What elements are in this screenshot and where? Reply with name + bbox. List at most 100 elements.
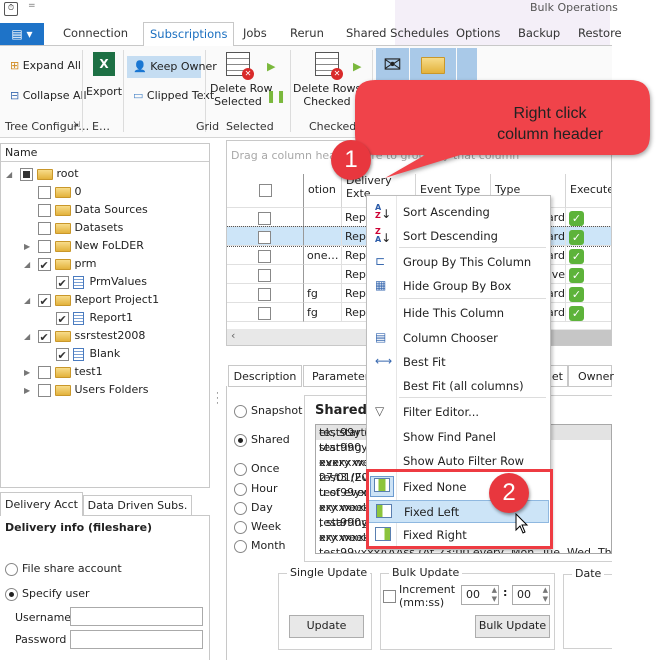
- collapse-all-button[interactable]: ⊟ Collapse All: [10, 89, 87, 102]
- username-input[interactable]: [70, 607, 203, 626]
- tree-checkbox[interactable]: [37, 328, 51, 347]
- radio-button[interactable]: [234, 462, 247, 476]
- column-header[interactable]: otion: [304, 174, 342, 208]
- tab-rerun[interactable]: Rerun: [284, 22, 330, 45]
- menu-item-sort-descending[interactable]: Z A↓ Sort Descending: [368, 225, 549, 248]
- tree-checkbox[interactable]: [37, 383, 51, 397]
- tab-connection[interactable]: Connection: [57, 22, 134, 45]
- menu-item-hide-this-column[interactable]: Hide This Column: [368, 302, 549, 325]
- schedule-radio-once[interactable]: Once: [234, 462, 279, 476]
- grid-cell[interactable]: [227, 227, 304, 246]
- splitter-handle[interactable]: · · ·: [216, 390, 219, 409]
- tree-checkbox[interactable]: [19, 167, 33, 181]
- minutes-spinner[interactable]: 00 ▲ ▼: [461, 585, 499, 605]
- row-checkbox[interactable]: [258, 249, 271, 263]
- radio-button[interactable]: [234, 404, 247, 418]
- grid-cell[interactable]: [304, 265, 342, 284]
- menu-item-hide-group-by-box[interactable]: ▦ Hide Group By Box: [368, 275, 549, 298]
- detail-tab-owner[interactable]: Owner: [568, 365, 614, 387]
- grid-cell[interactable]: ✓: [566, 265, 611, 284]
- tree-node[interactable]: 0: [24, 182, 82, 201]
- grid-cell[interactable]: ✓: [566, 246, 611, 265]
- menu-item-sort-ascending[interactable]: A Z↓ Sort Ascending: [368, 201, 549, 224]
- grid-cell[interactable]: [304, 227, 342, 246]
- tree-node[interactable]: Data Sources: [24, 200, 148, 219]
- menu-item-best-fit[interactable]: ⟷ Best Fit: [368, 351, 549, 374]
- row-checkbox[interactable]: [258, 211, 271, 225]
- tree-checkbox[interactable]: [55, 346, 69, 365]
- schedule-radio-hour[interactable]: Hour: [234, 482, 278, 496]
- tree-node[interactable]: ◢ prm: [24, 254, 97, 275]
- tree-checkbox[interactable]: [55, 274, 69, 293]
- schedule-radio-month[interactable]: Month: [234, 539, 285, 553]
- menu-item-column-chooser[interactable]: ▤ Column Chooser: [368, 327, 549, 350]
- quick-access-menu[interactable]: =: [28, 1, 36, 11]
- seconds-spinner[interactable]: 00 ▲ ▼: [512, 585, 550, 605]
- update-button[interactable]: Update: [289, 615, 364, 638]
- tree-checkbox[interactable]: [37, 185, 51, 199]
- grid-cell[interactable]: [227, 265, 304, 284]
- tree-checkbox[interactable]: [37, 239, 51, 253]
- tree-checkbox[interactable]: [55, 310, 69, 329]
- schedule-radio-shared[interactable]: Shared: [234, 433, 290, 447]
- grid-cell[interactable]: ✓: [566, 227, 611, 246]
- tree-node[interactable]: ◢ root: [6, 164, 79, 183]
- tab-options[interactable]: Options: [450, 22, 506, 45]
- keep-owner-toggle[interactable]: 👤 Keep Owner: [127, 56, 217, 78]
- column-header[interactable]: [227, 174, 304, 208]
- tree-node[interactable]: ▶ Users Folders: [24, 380, 149, 399]
- tree-node[interactable]: ▶ New FoLDER: [24, 236, 144, 255]
- expanded-arrow-icon[interactable]: ◢: [24, 291, 34, 310]
- specify-user-radio[interactable]: Specify user: [5, 587, 90, 601]
- detail-tab-description[interactable]: Description: [228, 365, 302, 387]
- tree-checkbox[interactable]: [37, 292, 51, 311]
- grid-cell[interactable]: ✓: [566, 284, 611, 303]
- delivery-tab-data-driven[interactable]: Data Driven Subs.: [83, 495, 192, 516]
- password-input[interactable]: [70, 630, 203, 649]
- grid-cell[interactable]: [227, 208, 304, 227]
- tab-subscriptions[interactable]: Subscriptions: [143, 22, 235, 46]
- radio-button[interactable]: [234, 482, 247, 496]
- tree-checkbox[interactable]: [37, 256, 51, 275]
- tab-restore[interactable]: Restore: [572, 22, 628, 45]
- expanded-arrow-icon[interactable]: ◢: [24, 255, 34, 274]
- tree-node[interactable]: Datasets: [24, 218, 123, 237]
- expanded-arrow-icon[interactable]: ◢: [6, 165, 16, 184]
- grid-cell[interactable]: fg: [304, 284, 342, 303]
- grid-cell[interactable]: [304, 208, 342, 227]
- play-icon[interactable]: ▶: [267, 60, 275, 73]
- bulk-update-button[interactable]: Bulk Update: [475, 615, 550, 638]
- schedule-radio-day[interactable]: Day: [234, 501, 273, 515]
- radio-button[interactable]: [234, 501, 247, 515]
- clipped-text-toggle[interactable]: ▭ Clipped Text: [133, 89, 214, 102]
- collapsed-arrow-icon[interactable]: ▶: [24, 381, 34, 400]
- radio-button[interactable]: [234, 433, 247, 447]
- tree-node[interactable]: ◢ ssrstest2008: [24, 326, 145, 347]
- menu-item-show-find-panel[interactable]: Show Find Panel: [368, 426, 549, 449]
- tree-node[interactable]: ▶ test1: [24, 362, 103, 381]
- tree-node[interactable]: Report1: [42, 308, 133, 329]
- row-checkbox[interactable]: [258, 306, 271, 320]
- tab-backup[interactable]: Backup: [512, 22, 566, 45]
- tab-shared-schedules[interactable]: Shared Schedules: [340, 22, 455, 45]
- delete-row-selected-button[interactable]: ✕ Delete Row Selected: [210, 52, 273, 108]
- file-share-account-radio[interactable]: File share account: [5, 562, 122, 576]
- schedule-radio-week[interactable]: Week: [234, 520, 281, 534]
- export-button[interactable]: X Export: [86, 52, 122, 98]
- menu-item-best-fit-all-columns[interactable]: Best Fit (all columns): [368, 375, 549, 398]
- radio-button[interactable]: [234, 539, 247, 553]
- grid-cell[interactable]: one…: [304, 246, 342, 265]
- tree-node[interactable]: ◢ Report Project1: [24, 290, 159, 311]
- grid-cell[interactable]: fg: [304, 303, 342, 322]
- tree-node[interactable]: PrmValues: [42, 272, 147, 293]
- grid-cell[interactable]: [227, 303, 304, 322]
- menu-item-group-by-this-column[interactable]: ⊏ Group By This Column: [368, 251, 549, 274]
- increment-checkbox[interactable]: [383, 589, 396, 603]
- grid-cell[interactable]: ✓: [566, 303, 611, 322]
- tree-checkbox[interactable]: [37, 221, 51, 235]
- menu-item-filter-editor[interactable]: ▽ Filter Editor...: [368, 401, 549, 424]
- dialog-launcher[interactable]: ⇲: [73, 120, 80, 129]
- tree-checkbox[interactable]: [37, 365, 51, 379]
- detail-tab-parameters[interactable]: Parameters: [303, 365, 373, 387]
- row-checkbox[interactable]: [258, 230, 271, 244]
